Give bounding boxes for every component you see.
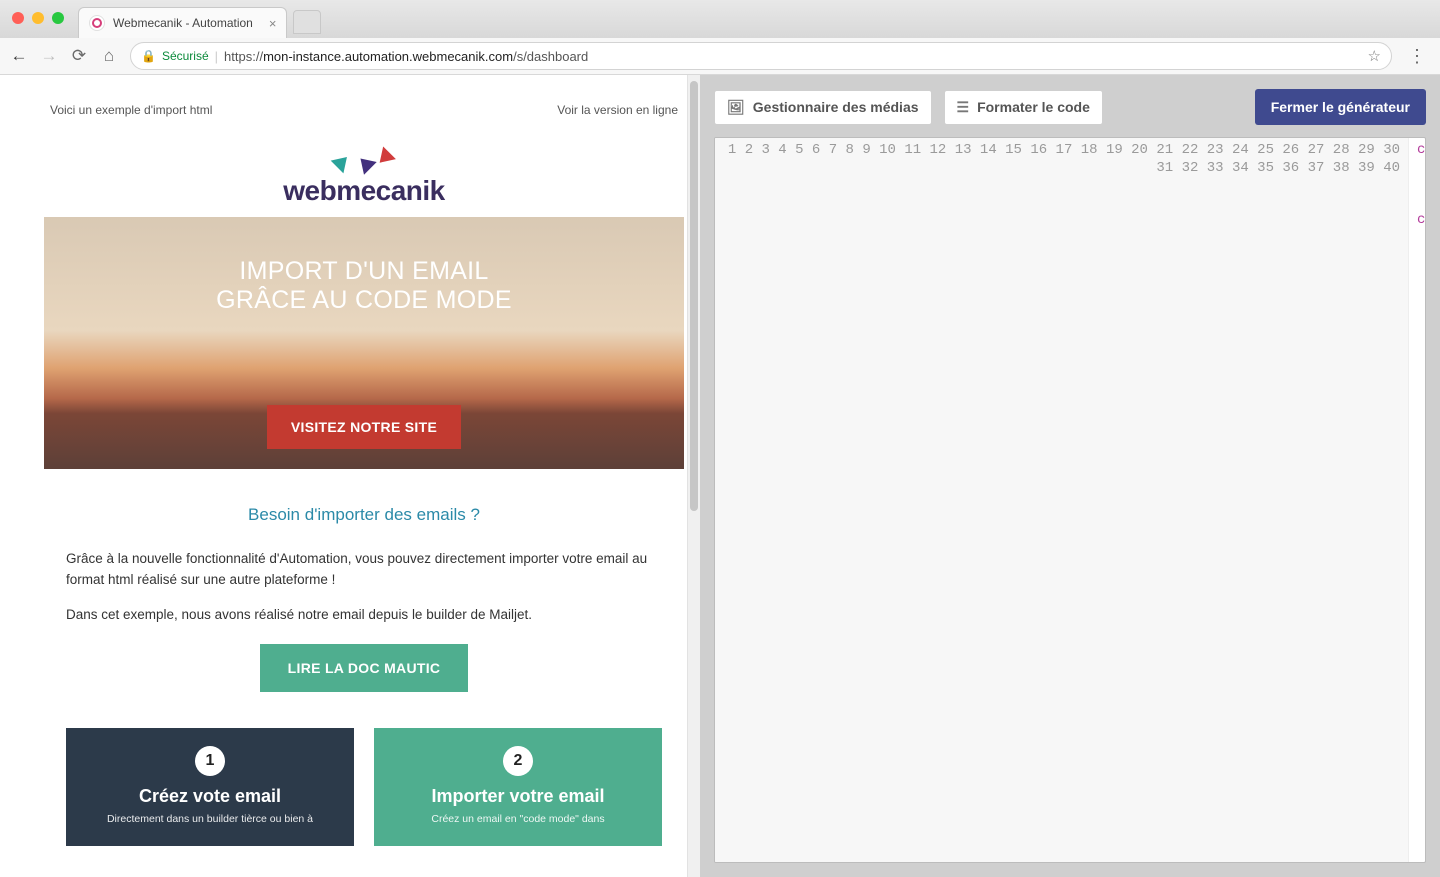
nav-home-button[interactable]: ⌂: [100, 47, 118, 65]
browser-chrome: Webmecanik - Automation × ← → ⟳ ⌂ 🔒 Sécu…: [0, 0, 1440, 75]
nav-back-button[interactable]: ←: [10, 47, 28, 65]
tab-title: Webmecanik - Automation: [113, 16, 253, 30]
window-close-button[interactable]: [12, 12, 24, 24]
step-title: Créez vote email: [80, 786, 340, 807]
window-controls: [12, 12, 64, 24]
editor-toolbar: 🖼 Gestionnaire des médias ☰ Formater le …: [714, 89, 1426, 125]
nav-reload-button[interactable]: ⟳: [70, 47, 88, 65]
bookmark-star-icon[interactable]: ☆: [1368, 47, 1381, 65]
email-preview: webmecanik IMPORT D'UN EMAIL GRÂCE AU CO…: [44, 137, 684, 846]
view-online-link[interactable]: Voir la version en ligne: [557, 103, 678, 117]
hero-cta-button[interactable]: VISITEZ NOTRE SITE: [267, 405, 461, 449]
step-card-1: 1 Créez vote email Directement dans un b…: [66, 728, 354, 846]
editor-gutter: 1 2 3 4 5 6 7 8 9 10 11 12 13 14 15 16 1…: [715, 138, 1409, 862]
doc-cta-button[interactable]: LIRE LA DOC MAUTIC: [260, 644, 469, 692]
list-icon: ☰: [957, 99, 970, 116]
browser-tab[interactable]: Webmecanik - Automation ×: [78, 7, 287, 38]
preview-pane: Voici un exemple d'import html Voir la v…: [0, 75, 700, 877]
scrollbar-thumb[interactable]: [690, 81, 698, 511]
window-maximize-button[interactable]: [52, 12, 64, 24]
new-tab-button[interactable]: [293, 10, 321, 34]
tab-close-icon[interactable]: ×: [269, 16, 277, 31]
step-title: Importer votre email: [388, 786, 648, 807]
image-icon: 🖼: [727, 99, 745, 116]
close-builder-button[interactable]: Fermer le générateur: [1255, 89, 1426, 125]
brand-logo-text: webmecanik: [283, 175, 445, 207]
media-manager-button[interactable]: 🖼 Gestionnaire des médias: [714, 90, 932, 125]
preview-note-left: Voici un exemple d'import html: [50, 103, 212, 117]
nav-forward-button[interactable]: →: [40, 47, 58, 65]
section-paragraph: Grâce à la nouvelle fonctionnalité d'Aut…: [66, 549, 662, 591]
hero-title: IMPORT D'UN EMAIL GRÂCE AU CODE MODE: [216, 257, 512, 315]
browser-menu-icon[interactable]: ⋮: [1404, 46, 1430, 67]
brand-logo-icon: [283, 155, 445, 169]
brand-logo: webmecanik: [283, 155, 445, 207]
tab-strip: Webmecanik - Automation ×: [0, 0, 1440, 38]
secure-label: Sécurisé: [162, 49, 209, 63]
format-code-label: Formater le code: [977, 99, 1090, 115]
hero-banner: IMPORT D'UN EMAIL GRÂCE AU CODE MODE VIS…: [44, 217, 684, 469]
step-card-2: 2 Importer votre email Créez un email en…: [374, 728, 662, 846]
format-code-button[interactable]: ☰ Formater le code: [944, 90, 1103, 125]
lock-icon: 🔒: [141, 49, 156, 63]
window-minimize-button[interactable]: [32, 12, 44, 24]
editor-pane: 🖼 Gestionnaire des médias ☰ Formater le …: [700, 75, 1440, 877]
editor-code[interactable]: class="kw"><!doctype html> class="kw"><h…: [1409, 138, 1425, 862]
code-editor[interactable]: 1 2 3 4 5 6 7 8 9 10 11 12 13 14 15 16 1…: [714, 137, 1426, 863]
url-bar: ← → ⟳ ⌂ 🔒 Sécurisé | https://mon-instanc…: [0, 38, 1440, 74]
step-subtitle: Directement dans un builder tièrce ou bi…: [80, 813, 340, 825]
step-number: 1: [195, 746, 225, 776]
preview-scrollbar[interactable]: [687, 75, 700, 877]
media-manager-label: Gestionnaire des médias: [753, 99, 919, 115]
tab-favicon: [89, 15, 105, 31]
section-title: Besoin d'importer des emails ?: [66, 505, 662, 525]
url-field[interactable]: 🔒 Sécurisé | https://mon-instance.automa…: [130, 42, 1392, 70]
section-paragraph: Dans cet exemple, nous avons réalisé not…: [66, 605, 662, 626]
url-text: https://mon-instance.automation.webmecan…: [224, 49, 588, 64]
step-number: 2: [503, 746, 533, 776]
step-subtitle: Créez un email en "code mode" dans: [388, 813, 648, 825]
